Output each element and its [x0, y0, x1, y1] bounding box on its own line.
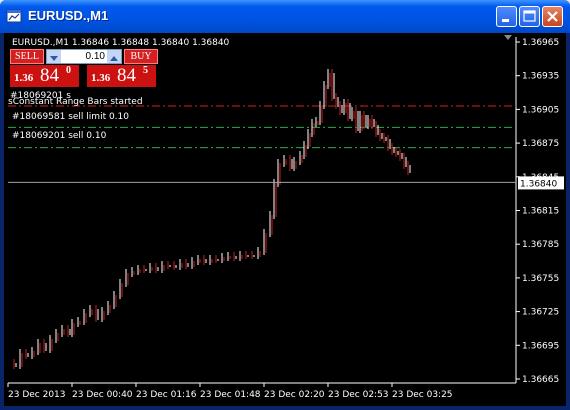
minimize-icon — [502, 19, 509, 22]
close-button[interactable] — [542, 6, 563, 27]
one-click-trade-panel: SELL 0.10 BUY 1.36 84 0 1.36 84 5 — [10, 49, 158, 89]
title-bar[interactable]: EURUSD.,M1 — [0, 0, 570, 33]
buy-quote[interactable]: 1.36 84 5 — [87, 65, 156, 87]
sell-quote-prefix: 1.36 — [14, 72, 34, 84]
chart-caption: EURUSD.,M1 1.36846 1.36848 1.36840 1.368… — [12, 38, 230, 48]
price-tick-label: 1.36785 — [522, 240, 559, 250]
time-tick-label: 23 Dec 02:20 — [264, 390, 325, 400]
buy-quote-prefix: 1.36 — [91, 72, 111, 84]
lot-decrease-button[interactable] — [47, 50, 61, 63]
window-title: EURUSD.,M1 — [28, 8, 109, 23]
current-price-label: 1.36840 — [520, 179, 557, 189]
price-tick-label: 1.36815 — [522, 207, 559, 217]
lot-increase-button[interactable] — [107, 50, 121, 63]
chevron-down-icon — [50, 56, 58, 61]
chevron-up-icon — [110, 56, 118, 61]
time-tick-label: 23 Dec 01:48 — [200, 390, 261, 400]
price-tick-label: 1.36725 — [522, 308, 559, 318]
time-tick-label: 23 Dec 2013 — [8, 390, 66, 400]
time-tick-label: 23 Dec 03:25 — [392, 390, 453, 400]
chart-window-icon[interactable] — [6, 8, 22, 24]
chart-window: EURUSD.,M1 1.36965 1.36935 1.36905 1.36875 1… — [0, 0, 570, 410]
close-icon — [547, 11, 558, 22]
price-tick-label: 1.36965 — [522, 38, 559, 48]
price-tick-label: 1.36875 — [522, 139, 559, 149]
price-tick-label: 1.36935 — [522, 72, 559, 82]
price-tick-label: 1.36755 — [522, 274, 559, 284]
chart-shift-icon[interactable] — [504, 35, 512, 40]
sell-quote-fraction: 0 — [66, 65, 71, 76]
lot-size-value: 0.10 — [85, 51, 105, 62]
price-tick-label: 1.36665 — [522, 375, 559, 385]
chart-area[interactable]: 1.369651.369351.369051.368751.368451.368… — [4, 33, 566, 406]
sell-quote[interactable]: 1.36 84 0 — [10, 65, 79, 87]
time-tick-label: 23 Dec 02:53 — [328, 390, 389, 400]
price-tick-label: 1.36695 — [522, 341, 559, 351]
sell-quote-pips: 84 — [40, 65, 59, 86]
sell-button[interactable]: SELL — [10, 49, 44, 64]
annotation-range-bars: sConstant Range Bars started — [8, 97, 143, 107]
lot-size-field[interactable]: 0.10 — [46, 49, 122, 64]
price-tick-label: 1.36905 — [522, 105, 559, 115]
minimize-button[interactable] — [496, 6, 517, 27]
time-tick-label: 23 Dec 00:40 — [72, 390, 133, 400]
buy-quote-fraction: 5 — [143, 65, 148, 76]
buy-button[interactable]: BUY — [124, 49, 158, 64]
maximize-button[interactable] — [519, 6, 540, 27]
time-tick-label: 23 Dec 01:16 — [136, 390, 197, 400]
annotation-sell-order: #18069201 sell 0.10 — [12, 131, 107, 141]
buy-quote-pips: 84 — [117, 65, 136, 86]
annotation-sell-limit: #18069581 sell limit 0.10 — [12, 112, 129, 122]
maximize-icon — [523, 10, 536, 22]
